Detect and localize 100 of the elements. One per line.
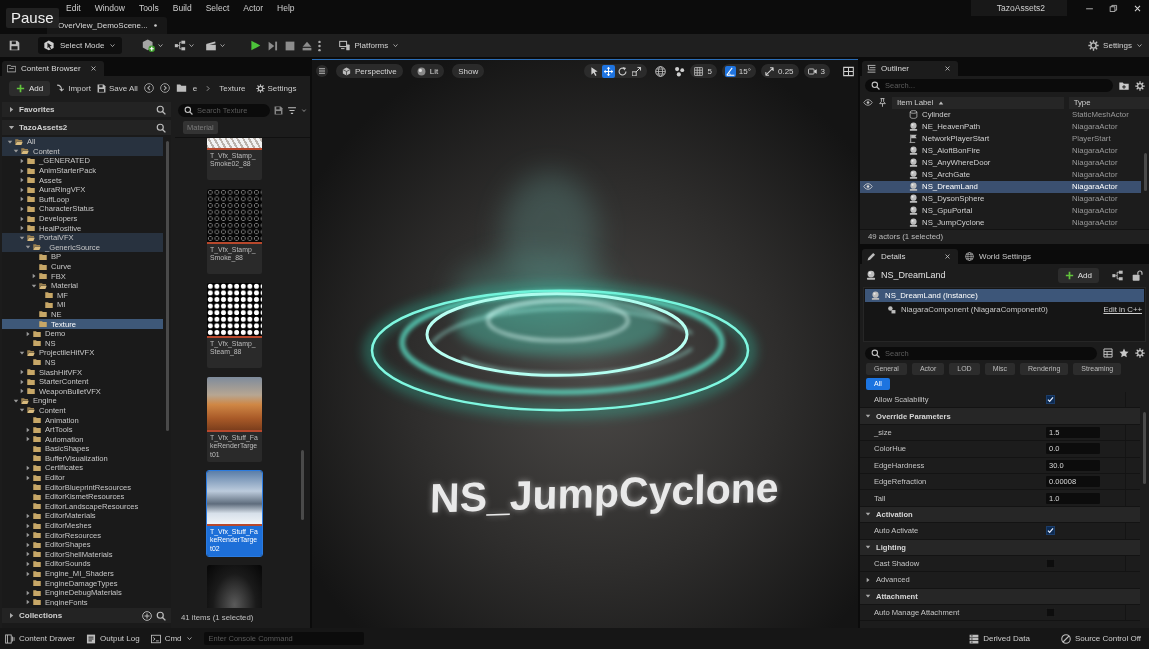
expanded-arrow-icon[interactable] [865,593,871,600]
expanded-arrow-icon[interactable] [7,138,13,145]
collapsed-arrow-icon[interactable] [19,158,25,164]
collapsed-arrow-icon[interactable] [25,426,31,433]
details-tab[interactable]: Details [862,249,958,264]
checkbox[interactable] [1046,395,1055,405]
collections-header[interactable]: Collections [2,608,171,623]
node-graph-icon[interactable] [1112,269,1123,281]
step-forward-icon[interactable] [268,40,279,51]
pin-icon[interactable] [878,98,887,107]
lighting-mode-button[interactable]: Lit [410,64,445,78]
add-icon[interactable] [142,610,152,621]
menu-item[interactable]: Tools [131,0,166,16]
collapsed-arrow-icon[interactable] [19,167,25,174]
add-button[interactable]: Add [1057,267,1099,283]
collapsed-arrow-icon[interactable] [25,436,31,443]
collapsed-arrow-icon[interactable] [19,369,25,376]
expanded-arrow-icon[interactable] [13,148,19,155]
menu-item[interactable]: Window [87,0,132,16]
output-log-button[interactable]: Output Log [86,630,140,647]
collapsed-arrow-icon[interactable] [19,177,25,184]
collapsed-arrow-icon[interactable] [25,512,31,519]
caret-icon[interactable] [188,42,196,49]
search-icon[interactable] [156,104,166,115]
collapsed-arrow-icon[interactable] [25,532,31,539]
favorites-header[interactable]: Favorites [2,102,171,117]
source-control-button[interactable]: Source Control Off [1060,630,1141,647]
folder-icon[interactable] [175,83,187,93]
collapsed-arrow-icon[interactable] [19,225,25,232]
scrollbar[interactable] [1143,412,1146,484]
platforms-dropdown[interactable]: Platforms [339,37,400,54]
snap-button[interactable]: 15° [721,64,756,78]
restore-icon[interactable] [1109,3,1118,13]
cube-plus-icon[interactable] [142,39,156,52]
menu-item[interactable]: Help [270,0,302,16]
expanded-arrow-icon[interactable] [865,544,871,551]
view-mode-button[interactable]: Perspective [336,64,403,78]
content-browser-tab[interactable]: Content Browser [2,61,104,76]
collapsed-arrow-icon[interactable] [8,106,15,113]
collapsed-arrow-icon[interactable] [25,560,31,567]
expanded-arrow-icon[interactable] [13,397,19,404]
collapsed-arrow-icon[interactable] [19,196,25,203]
caret-icon[interactable] [157,42,165,49]
outliner-tab[interactable]: Outliner [862,61,958,76]
caret-icon[interactable] [301,106,307,114]
collapsed-arrow-icon[interactable] [25,589,31,596]
collapsed-arrow-icon[interactable] [865,577,871,583]
breadcrumb-link[interactable]: e [192,83,198,93]
play-icon[interactable] [250,40,262,51]
rotate-icon[interactable] [616,64,630,78]
menu-item[interactable]: Edit [59,0,88,16]
collapsed-arrow-icon[interactable] [19,215,25,222]
save-search-icon[interactable] [274,105,283,115]
save-icon[interactable] [9,40,20,51]
menu-item[interactable]: Build [165,0,199,16]
checkbox[interactable] [1046,526,1055,536]
expanded-arrow-icon[interactable] [19,407,25,414]
collapsed-arrow-icon[interactable] [25,330,31,337]
asset-tile[interactable] [207,565,262,608]
settings-icon[interactable] [1135,348,1145,358]
globe-icon[interactable] [655,65,667,77]
close-icon[interactable] [1133,3,1142,13]
collapsed-arrow-icon[interactable] [25,465,31,471]
expanded-arrow-icon[interactable] [865,511,871,518]
scrollbar[interactable] [301,450,304,520]
collapsed-arrow-icon[interactable] [25,541,31,548]
collapsed-arrow-icon[interactable] [19,186,25,193]
collapsed-arrow-icon[interactable] [25,474,31,481]
caret-icon[interactable] [219,42,227,49]
move-icon[interactable] [602,64,616,78]
scale-icon[interactable] [630,64,644,78]
unlocked-icon[interactable] [1132,269,1143,281]
search-icon[interactable] [156,610,166,621]
select-mode-dropdown[interactable]: Select Mode [38,37,123,54]
eye-icon[interactable] [863,98,873,107]
expanded-arrow-icon[interactable] [31,282,37,289]
add-button[interactable]: Add [9,80,51,96]
back-icon[interactable] [143,83,154,93]
settings-button[interactable]: Settings [255,80,297,96]
collapsed-arrow-icon[interactable] [25,551,31,558]
snap-button[interactable]: 5 [690,64,717,78]
save-all-button[interactable]: Save All [96,80,138,96]
collapsed-arrow-icon[interactable] [19,388,25,395]
expanded-arrow-icon[interactable] [19,234,25,241]
menu-item[interactable]: Select [198,0,237,16]
stop-icon[interactable] [285,40,296,51]
menu-item[interactable]: Actor [236,0,271,16]
expanded-arrow-icon[interactable] [8,124,15,131]
collapsed-arrow-icon[interactable] [19,205,25,212]
star-icon[interactable] [1119,348,1129,358]
snap-button[interactable]: 0.25 [760,64,799,78]
collapsed-arrow-icon[interactable] [19,378,25,385]
scrollbar[interactable] [166,141,169,431]
collapsed-arrow-icon[interactable] [25,570,31,577]
collapsed-arrow-icon[interactable] [25,522,31,529]
show-button[interactable]: Show [452,64,485,78]
clapperboard-icon[interactable] [205,40,218,51]
expanded-arrow-icon[interactable] [865,413,871,420]
filter-icon[interactable] [287,105,297,115]
settings-icon[interactable] [1135,80,1145,91]
